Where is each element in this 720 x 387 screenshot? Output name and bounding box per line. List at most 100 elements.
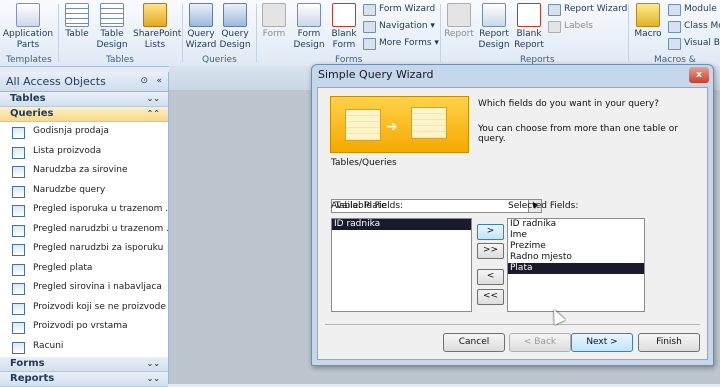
field-list-item[interactable]: Prezime	[508, 241, 644, 252]
add-field-button[interactable]: >	[477, 224, 504, 240]
chevron-expand-icon: ⌄⌄	[146, 94, 160, 103]
query-wizard-icon	[189, 3, 213, 27]
remove-all-fields-button[interactable]: <<	[477, 289, 504, 305]
separator	[58, 4, 59, 62]
report-wizard-label: Report Wizard	[564, 4, 628, 14]
labels-icon	[548, 21, 561, 33]
remove-field-button[interactable]: <	[477, 269, 504, 285]
module-label: Module	[684, 4, 717, 14]
navigation-icon	[363, 21, 376, 33]
form-wizard-button[interactable]: Form Wizard	[363, 2, 435, 16]
close-button[interactable]: x	[689, 67, 709, 83]
field-list-item[interactable]: Plata	[508, 263, 644, 274]
nav-query-item[interactable]: Proizvodi po vrstama	[0, 317, 168, 337]
query-icon	[12, 341, 25, 354]
field-list-item[interactable]: Ime	[508, 230, 644, 241]
nav-query-item[interactable]: Pregled narudzbi u trazenom ...	[0, 220, 168, 240]
nav-query-item[interactable]: Pregled plata	[0, 259, 168, 279]
selected-fields-list[interactable]: ID radnika Ime Prezime Radno mjesto Plata	[507, 218, 645, 312]
query-icon	[12, 302, 25, 315]
more-forms-dropdown[interactable]: More Forms ▾	[363, 36, 439, 50]
chevron-down-icon: ▾	[427, 21, 435, 31]
dropdown-circle-icon[interactable]: ⊙	[140, 72, 148, 91]
query-design-button[interactable]: Query Design	[219, 3, 251, 51]
class-module-label: Class Mo	[684, 21, 720, 31]
blank-form-button[interactable]: Blank Form	[329, 3, 359, 51]
separator	[256, 4, 257, 62]
query-design-label: Query Design	[219, 29, 251, 50]
button-divider	[325, 324, 700, 325]
nav-section-queries[interactable]: Queries ⌃⌃	[0, 107, 168, 122]
next-button[interactable]: Next >	[571, 333, 633, 352]
nav-query-item[interactable]: Narudzba za sirovine	[0, 161, 168, 181]
finish-button[interactable]: Finish	[638, 333, 700, 352]
sharepoint-lists-button[interactable]: SharePoint Lists	[133, 3, 181, 51]
nav-section-forms[interactable]: Forms ⌄⌄	[0, 357, 168, 372]
group-label-queries: Queries	[202, 55, 237, 65]
module-button[interactable]: Module	[668, 2, 717, 16]
table-design-button[interactable]: Table Design	[95, 3, 129, 51]
nav-query-item[interactable]: Pregled isporuka u trazenom ...	[0, 200, 168, 220]
nav-section-tables[interactable]: Tables ⌄⌄	[0, 92, 168, 107]
labels-button[interactable]: Labels	[548, 19, 593, 33]
navigation-pane-header[interactable]: All Access Objects ⊙ «	[0, 72, 168, 92]
form-design-button[interactable]: Form Design	[292, 3, 326, 51]
table-icon	[65, 3, 89, 27]
table-label: Table	[65, 29, 89, 39]
table-graphic-icon	[411, 107, 447, 139]
collapse-pane-icon[interactable]: «	[156, 72, 162, 91]
simple-query-wizard-dialog: Simple Query Wizard x ➜ Which fields do …	[311, 64, 714, 366]
separator	[182, 4, 183, 62]
blank-report-button[interactable]: Blank Report	[513, 3, 545, 51]
application-parts-button[interactable]: Application Parts	[2, 3, 54, 51]
nav-query-item[interactable]: Pregled sirovina i nabavljaca	[0, 278, 168, 298]
chevron-down-icon: ▾	[431, 38, 439, 48]
nav-query-item[interactable]: Narudzbe query	[0, 181, 168, 201]
field-list-item[interactable]: ID radnika	[508, 219, 644, 230]
add-all-fields-button[interactable]: >>	[477, 243, 504, 259]
query-wizard-button[interactable]: Query Wizard	[185, 3, 217, 51]
field-list-item[interactable]: Radno mjesto	[508, 252, 644, 263]
nav-query-label: Pregled isporuka u trazenom ...	[33, 204, 168, 214]
application-parts-label: Application Parts	[2, 29, 54, 50]
nav-query-item[interactable]: Pregled narudzbi za isporuku	[0, 239, 168, 259]
dialog-body: ➜ Which fields do you want in your query…	[317, 87, 708, 360]
more-forms-icon	[363, 38, 376, 50]
nav-query-item[interactable]: Proizvodi koji se ne proizvode	[0, 298, 168, 318]
table-button[interactable]: Table	[62, 3, 92, 40]
visual-basic-button[interactable]: Visual Ba	[668, 36, 720, 50]
nav-query-label: Racuni	[33, 340, 64, 351]
nav-section-label: Forms	[10, 358, 45, 369]
arrow-right-icon: ➜	[386, 119, 398, 135]
query-icon	[12, 127, 25, 139]
nav-query-item[interactable]: Racuni	[0, 337, 168, 357]
nav-query-label: Pregled sirovina i nabavljaca	[33, 282, 162, 292]
report-wizard-button[interactable]: Report Wizard	[548, 2, 627, 16]
back-button[interactable]: < Back	[509, 333, 571, 352]
nav-section-reports[interactable]: Reports ⌄⌄	[0, 372, 168, 387]
nav-query-item[interactable]: Lista proizvoda	[0, 142, 168, 162]
chevron-expand-icon: ⌄⌄	[146, 359, 160, 368]
field-list-item[interactable]: ID radnika	[332, 219, 471, 230]
form-label: Form	[262, 29, 286, 39]
tables-queries-label: Tables/Queries	[331, 158, 397, 168]
query-icon	[12, 283, 25, 295]
macro-button[interactable]: Macro	[632, 3, 664, 40]
nav-section-label: Queries	[10, 108, 54, 119]
dialog-title: Simple Query Wizard	[318, 68, 434, 81]
more-forms-label: More Forms	[379, 38, 432, 48]
query-design-icon	[223, 3, 247, 27]
available-fields-list[interactable]: ID radnika	[331, 218, 472, 312]
form-button[interactable]: Form	[260, 3, 288, 40]
navigation-pane: All Access Objects ⊙ « Tables ⌄⌄ Queries…	[0, 72, 169, 387]
nav-query-item[interactable]: Godisnja prodaja	[0, 122, 168, 142]
query-icon	[12, 205, 25, 217]
chevron-collapse-icon: ⌃⌃	[146, 109, 160, 118]
report-design-button[interactable]: Report Design	[477, 3, 511, 51]
navigation-dropdown[interactable]: Navigation ▾	[363, 19, 435, 33]
report-button[interactable]: Report	[443, 3, 475, 40]
cancel-button[interactable]: Cancel	[443, 333, 505, 352]
report-design-label: Report Design	[478, 29, 510, 50]
class-module-button[interactable]: Class Mo	[668, 19, 720, 33]
table-design-label: Table Design	[96, 29, 128, 50]
